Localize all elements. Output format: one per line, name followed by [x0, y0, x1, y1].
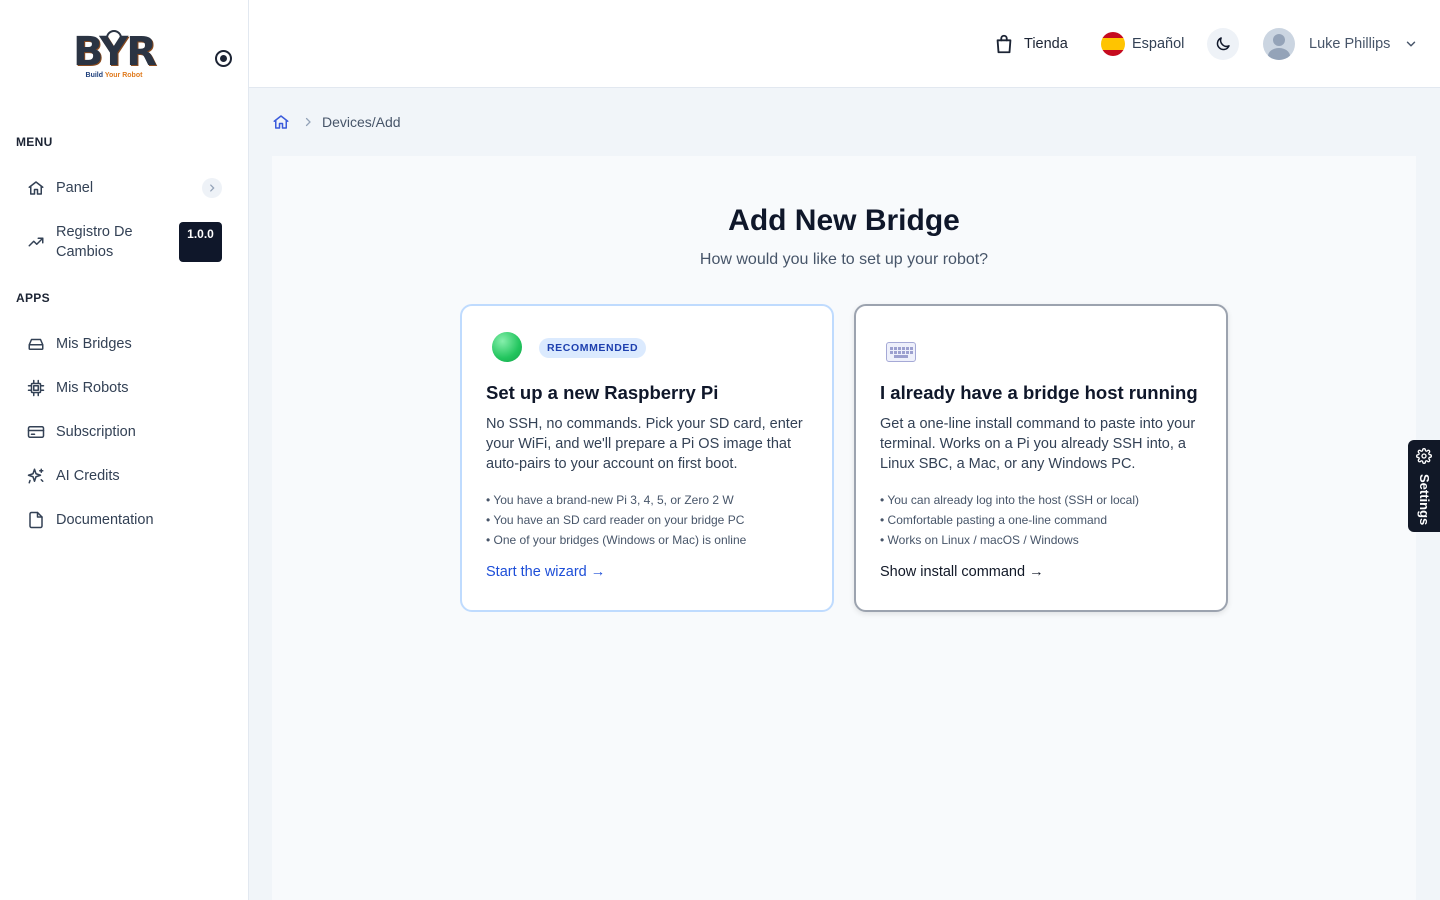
gear-logo-icon	[106, 30, 122, 40]
card-description: Get a one-line install command to paste …	[880, 416, 1196, 472]
page-title: Add New Bridge	[728, 204, 960, 237]
sidebar-item-panel[interactable]: Panel	[16, 168, 232, 208]
dark-mode-toggle[interactable]	[1207, 28, 1239, 60]
sidebar-item-label: Mis Robots	[56, 380, 129, 396]
apps-section-label: APPS	[16, 291, 50, 305]
sidebar-item-label: AI Credits	[56, 468, 120, 484]
store-label: Tienda	[1024, 36, 1068, 52]
top-header: Tienda Español Luke Phillips	[249, 0, 1440, 88]
user-name: Luke Phillips	[1309, 36, 1391, 52]
green-circle-icon	[492, 332, 522, 362]
keyboard-icon	[886, 342, 916, 362]
list-item: • Works on Linux / macOS / Windows	[880, 533, 1079, 547]
sparkles-icon	[16, 467, 56, 485]
sidebar-item-ai-credits[interactable]: AI Credits	[16, 456, 232, 496]
chip-icon	[16, 379, 56, 397]
shopping-bag-icon	[993, 33, 1015, 55]
list-item: • You have an SD card reader on your bri…	[486, 513, 745, 527]
sidebar-item-label: Subscription	[56, 424, 136, 440]
language-selector[interactable]: Español	[1101, 28, 1184, 60]
breadcrumb: Devices/Add	[272, 112, 401, 132]
credit-card-icon	[16, 423, 56, 441]
sidebar-item-label: Panel	[56, 180, 94, 196]
sidebar-toggle-button[interactable]	[215, 50, 232, 67]
home-icon	[16, 179, 56, 197]
sidebar-item-label: Registro De Cambios	[56, 224, 133, 260]
menu-section-label: MENU	[16, 135, 53, 149]
spain-flag-icon	[1101, 32, 1125, 56]
sidebar-item-documentation[interactable]: Documentation	[16, 500, 232, 540]
card-description: No SSH, no commands. Pick your SD card, …	[486, 416, 803, 472]
trending-up-icon	[16, 233, 56, 251]
brand-logo[interactable]: BYR Build Your Robot	[70, 30, 158, 86]
version-badge: 1.0.0	[179, 222, 222, 262]
store-link[interactable]: Tienda	[993, 28, 1068, 60]
chevron-down-icon	[1404, 37, 1418, 51]
chevron-right-icon	[202, 178, 222, 198]
card-requirements: • You can already log into the host (SSH…	[880, 490, 1206, 550]
settings-tab[interactable]: Settings	[1408, 440, 1440, 532]
home-breadcrumb-icon[interactable]	[272, 113, 290, 131]
user-menu[interactable]: Luke Phillips	[1263, 28, 1418, 60]
existing-bridge-host-card[interactable]: I already have a bridge host running Get…	[854, 304, 1228, 612]
sidebar-item-changelog[interactable]: Registro De Cambios	[16, 222, 176, 262]
language-label: Español	[1132, 36, 1185, 52]
document-icon	[16, 511, 56, 529]
main-panel: Add New Bridge How would you like to set…	[272, 156, 1416, 900]
settings-tab-label: Settings	[1417, 474, 1432, 526]
list-item: • You can already log into the host (SSH…	[880, 493, 1140, 507]
sidebar-item-bridges[interactable]: Mis Bridges	[16, 324, 232, 364]
sidebar: BYR Build Your Robot MENU Panel Registro…	[0, 0, 249, 900]
recommended-badge: RECOMMENDED	[539, 338, 647, 358]
show-install-command-link[interactable]: Show install command →	[880, 564, 1044, 580]
list-item: • One of your bridges (Windows or Mac) i…	[486, 533, 747, 547]
gear-icon	[1416, 448, 1432, 469]
hard-drive-icon	[16, 335, 56, 353]
sidebar-item-robots[interactable]: Mis Robots	[16, 368, 232, 408]
chevron-right-icon	[302, 116, 314, 128]
breadcrumb-current: Devices/Add	[322, 114, 401, 130]
card-title: Set up a new Raspberry Pi	[486, 382, 719, 403]
card-title: I already have a bridge host running	[880, 382, 1198, 403]
new-raspberry-pi-card[interactable]: RECOMMENDED Set up a new Raspberry Pi No…	[460, 304, 834, 612]
card-requirements: • You have a brand-new Pi 3, 4, 5, or Ze…	[486, 490, 812, 550]
sidebar-item-label: Documentation	[56, 512, 154, 528]
sidebar-item-subscription[interactable]: Subscription	[16, 412, 232, 452]
moon-icon	[1214, 35, 1232, 53]
list-item: • You have a brand-new Pi 3, 4, 5, or Ze…	[486, 493, 734, 507]
sidebar-item-label: Mis Bridges	[56, 336, 132, 352]
start-wizard-link[interactable]: Start the wizard →	[486, 564, 605, 580]
page-subtitle: How would you like to set up your robot?	[699, 251, 989, 268]
avatar	[1263, 28, 1295, 60]
list-item: • Comfortable pasting a one-line command	[880, 513, 1107, 527]
